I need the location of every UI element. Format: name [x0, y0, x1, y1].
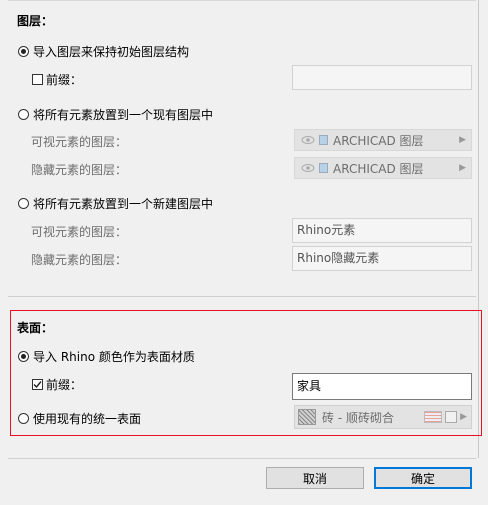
eye-icon: [301, 164, 315, 172]
new-visible-layer-label: 可视元素的图层：: [31, 225, 128, 239]
surface-swatch-icon: [298, 409, 316, 425]
top-divider: [8, 0, 476, 1]
radio-new-layer-label: 将所有元素放置到一个新建图层中: [33, 197, 214, 211]
hidden-layer-value: ARCHICAD 图层: [333, 161, 424, 176]
radio-import-rhino-color[interactable]: 导入 Rhino 颜色作为表面材质: [18, 348, 195, 365]
surface-dropdown[interactable]: 砖 - 顺砖砌合 ▶: [294, 405, 472, 429]
radio-existing-layer[interactable]: 将所有元素放置到一个现有图层中: [18, 106, 213, 123]
radio-selected-icon[interactable]: [18, 351, 29, 362]
radio-use-existing-surface-label: 使用现有的统一表面: [33, 412, 142, 426]
ok-button[interactable]: 确定: [374, 467, 472, 489]
layer-prefix-label: 前缀：: [46, 73, 83, 87]
radio-import-layers-label: 导入图层来保持初始图层结构: [33, 45, 190, 59]
visible-layer-value: ARCHICAD 图层: [333, 133, 424, 148]
radio-existing-layer-label: 将所有元素放置到一个现有图层中: [33, 108, 214, 122]
cancel-button[interactable]: 取消: [266, 467, 364, 489]
section-divider: [8, 296, 476, 297]
new-visible-layer-input[interactable]: Rhino元素: [292, 218, 472, 243]
chevron-right-icon: ▶: [459, 163, 466, 173]
radio-new-layer[interactable]: 将所有元素放置到一个新建图层中: [18, 195, 213, 212]
checkbox-unchecked-icon[interactable]: [32, 74, 43, 85]
layers-section-title: 图层：: [17, 14, 54, 28]
pattern-icon: [424, 411, 443, 423]
surface-prefix-input[interactable]: 家具: [292, 373, 472, 400]
texture-icon: [445, 411, 458, 423]
visible-layer-dropdown[interactable]: ARCHICAD 图层 ▶: [294, 129, 472, 151]
layer-prefix-checkbox[interactable]: 前缀：: [32, 71, 82, 88]
surface-prefix-checkbox[interactable]: 前缀：: [32, 376, 82, 393]
radio-import-rhino-color-label: 导入 Rhino 颜色作为表面材质: [33, 350, 195, 364]
radio-selected-icon[interactable]: [18, 46, 29, 57]
surface-dropdown-value: 砖 - 顺砖砌合: [322, 410, 394, 425]
hidden-layer-label: 隐藏元素的图层：: [31, 163, 128, 177]
layer-prefix-input[interactable]: [292, 65, 472, 90]
bottom-divider: [8, 458, 476, 459]
chevron-right-icon: ▶: [459, 135, 466, 145]
surface-prefix-label: 前缀：: [46, 378, 83, 392]
new-hidden-layer-label: 隐藏元素的图层：: [31, 253, 128, 267]
radio-unselected-icon[interactable]: [18, 413, 29, 424]
surface-section-title: 表面：: [17, 321, 54, 335]
layer-icon: [319, 135, 328, 145]
checkbox-checked-icon[interactable]: [32, 379, 43, 390]
radio-unselected-icon[interactable]: [18, 198, 29, 209]
radio-import-layers[interactable]: 导入图层来保持初始图层结构: [18, 43, 189, 60]
radio-unselected-icon[interactable]: [18, 109, 29, 120]
layer-icon: [319, 163, 328, 173]
hidden-layer-dropdown[interactable]: ARCHICAD 图层 ▶: [294, 157, 472, 179]
eye-icon: [301, 136, 315, 144]
new-hidden-layer-input[interactable]: Rhino隐藏元素: [292, 246, 472, 271]
radio-use-existing-surface[interactable]: 使用现有的统一表面: [18, 410, 141, 427]
visible-layer-label: 可视元素的图层：: [31, 135, 128, 149]
chevron-right-icon: ▶: [460, 412, 467, 422]
